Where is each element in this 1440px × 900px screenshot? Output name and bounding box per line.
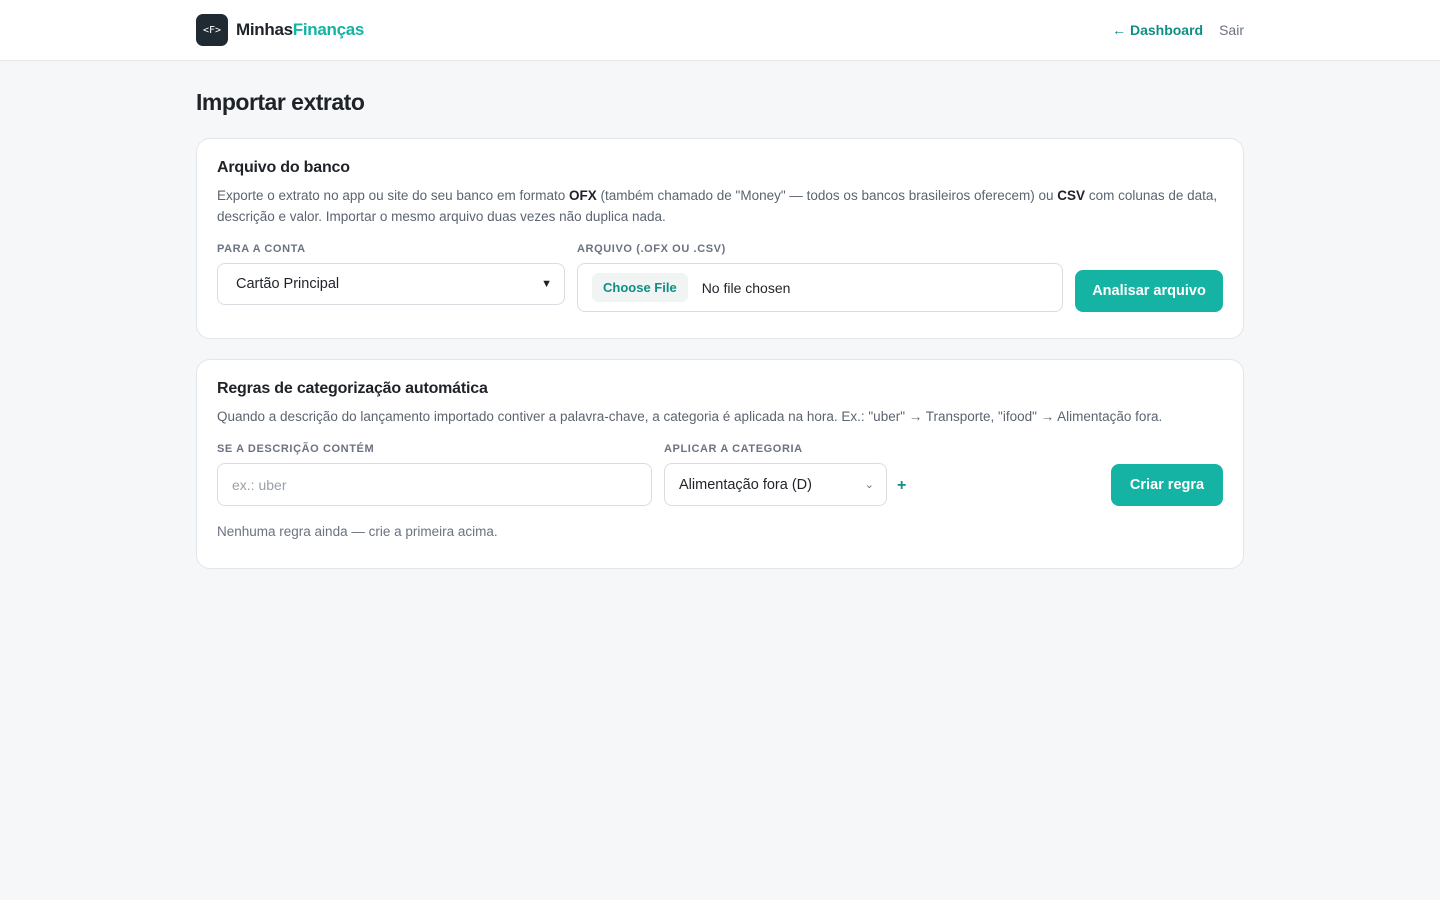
file-label: Arquivo (.ofx ou .csv) xyxy=(577,243,726,255)
desc-part-2: (também chamado de "Money" — todos os ba… xyxy=(596,188,1058,203)
contains-field: Se a descrição contém xyxy=(217,443,652,506)
desc-part-1: Exporte o extrato no app ou site do seu … xyxy=(217,188,569,203)
account-select-value: Cartão Principal xyxy=(236,276,340,292)
desc-ofx: OFX xyxy=(568,188,597,203)
page-title: Importar extrato xyxy=(196,89,365,115)
header-inner: <F> MinhasFinanças ← Dashboard Sair xyxy=(196,0,1244,60)
logout-link[interactable]: Sair xyxy=(1219,22,1244,38)
desc-csv: CSV xyxy=(1057,188,1086,203)
chevron-down-icon: ▼ xyxy=(541,278,552,290)
chevron-down-icon: ⌄ xyxy=(864,479,874,491)
plus-icon[interactable]: + xyxy=(897,477,906,506)
top-header: <F> MinhasFinanças ← Dashboard Sair xyxy=(0,0,1440,61)
analyze-file-button[interactable]: Analisar arquivo xyxy=(1075,270,1223,312)
empty-rules-message: Nenhuma regra ainda — crie a primeira ac… xyxy=(217,524,498,539)
import-card: Arquivo do banco Exporte o extrato no ap… xyxy=(196,138,1244,339)
rules-card-title: Regras de categorização automática xyxy=(217,380,488,397)
account-select[interactable]: Cartão Principal ▼ xyxy=(217,263,565,305)
keyword-input[interactable] xyxy=(217,463,652,506)
import-form-row: Para a conta Cartão Principal ▼ Arquivo … xyxy=(217,243,1223,312)
file-field: Arquivo (.ofx ou .csv) Choose File No fi… xyxy=(577,243,1063,312)
import-card-title: Arquivo do banco xyxy=(217,159,350,176)
logo-icon: <F> xyxy=(196,14,228,46)
choose-file-button[interactable]: Choose File xyxy=(592,273,688,302)
brand-name-part1: Minhas xyxy=(236,20,293,39)
file-status: No file chosen xyxy=(701,279,791,296)
import-card-description: Exporte o extrato no app ou site do seu … xyxy=(217,185,1223,227)
file-input[interactable]: Choose File No file chosen xyxy=(577,263,1063,312)
header-nav: ← Dashboard Sair xyxy=(1112,22,1244,38)
create-rule-button[interactable]: Criar regra xyxy=(1111,464,1223,506)
brand[interactable]: <F> MinhasFinanças xyxy=(196,14,364,46)
main-content: Importar extrato Arquivo do banco Export… xyxy=(196,61,1244,569)
category-field: Aplicar a categoria Alimentação fora (D)… xyxy=(664,443,887,506)
rules-card: Regras de categorização automática Quand… xyxy=(196,359,1244,569)
brand-name: MinhasFinanças xyxy=(236,20,364,40)
rules-card-description: Quando a descrição do lançamento importa… xyxy=(217,409,1163,424)
rules-form-row: Se a descrição contém Aplicar a categori… xyxy=(217,443,1223,506)
dashboard-link[interactable]: ← Dashboard xyxy=(1112,22,1203,38)
category-select-value: Alimentação fora (D) xyxy=(679,476,812,493)
account-label: Para a conta xyxy=(217,243,306,255)
category-label: Aplicar a categoria xyxy=(664,443,803,455)
contains-label: Se a descrição contém xyxy=(217,443,375,455)
brand-name-part2: Finanças xyxy=(292,20,365,39)
account-field: Para a conta Cartão Principal ▼ xyxy=(217,243,565,305)
category-select[interactable]: Alimentação fora (D) ⌄ xyxy=(664,463,887,506)
